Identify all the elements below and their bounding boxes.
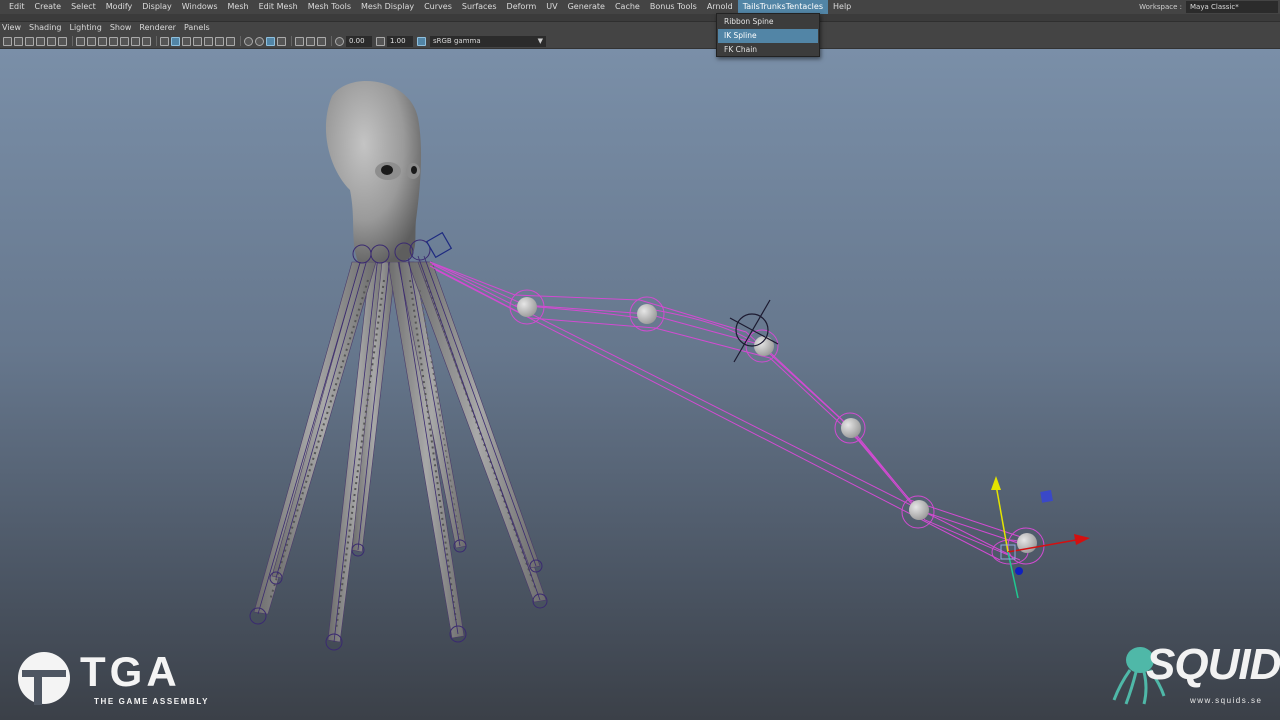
depth-of-field-icon[interactable] <box>277 36 286 46</box>
octopus-model[interactable] <box>249 80 548 651</box>
xray-icon[interactable] <box>226 36 235 46</box>
toolbar-divider <box>291 36 292 46</box>
squids-url: www.squids.se <box>1190 696 1263 705</box>
menu-curves[interactable]: Curves <box>419 0 457 14</box>
lighting-icon[interactable] <box>204 36 213 46</box>
smooth-shade-icon[interactable] <box>171 36 180 46</box>
panel-menu-lighting[interactable]: Lighting <box>65 22 105 34</box>
resolution-gate-icon[interactable] <box>98 36 107 46</box>
safe-action-icon[interactable] <box>131 36 140 46</box>
panel-toolbar: 0.00 1.00 sRGB gamma ▼ <box>0 34 1280 49</box>
gamma-field[interactable]: 1.00 <box>387 35 413 47</box>
textured-icon[interactable] <box>193 36 202 46</box>
menu-help[interactable]: Help <box>828 0 856 14</box>
menu-edit[interactable]: Edit <box>0 0 30 14</box>
rig-joints <box>517 297 1037 553</box>
xray-active-icon[interactable] <box>317 36 326 46</box>
shelf-divider <box>0 14 1280 22</box>
scene-canvas <box>249 80 1090 651</box>
panel-menu-bar: View Shading Lighting Show Renderer Pane… <box>0 22 1280 34</box>
field-chart-icon[interactable] <box>120 36 129 46</box>
anti-aliasing-icon[interactable] <box>266 36 275 46</box>
shadows-icon[interactable] <box>215 36 224 46</box>
menu-select[interactable]: Select <box>66 0 101 14</box>
panel-menu-panels[interactable]: Panels <box>180 22 214 34</box>
menu-mesh-display[interactable]: Mesh Display <box>356 0 419 14</box>
panel-menu-shading[interactable]: Shading <box>25 22 66 34</box>
menu-mesh-tools[interactable]: Mesh Tools <box>303 0 356 14</box>
menu-windows[interactable]: Windows <box>177 0 223 14</box>
bookmark-icon[interactable] <box>25 36 34 46</box>
tga-emblem-icon <box>18 652 70 705</box>
exposure-field[interactable]: 0.00 <box>346 35 372 47</box>
menu-uv[interactable]: UV <box>541 0 562 14</box>
menu-modify[interactable]: Modify <box>101 0 138 14</box>
octopus-tentacles <box>249 255 548 651</box>
menu-arnold[interactable]: Arnold <box>702 0 738 14</box>
motion-blur-icon[interactable] <box>255 36 264 46</box>
menu-deform[interactable]: Deform <box>502 0 542 14</box>
gate-mask-icon[interactable] <box>109 36 118 46</box>
panel-menu-renderer[interactable]: Renderer <box>135 22 180 34</box>
menu-bonus-tools[interactable]: Bonus Tools <box>645 0 702 14</box>
tga-wordmark: TGA <box>80 648 181 695</box>
toolbar-divider <box>72 36 73 46</box>
octopus-head <box>325 80 422 262</box>
menu-surfaces[interactable]: Surfaces <box>457 0 502 14</box>
workspace-dropdown[interactable]: Maya Classic* <box>1186 1 1278 13</box>
wireframe-icon[interactable] <box>160 36 169 46</box>
viewport-3d[interactable]: TGA THE GAME ASSEMBLY SQUIDS www.squids.… <box>0 49 1280 720</box>
select-camera-icon[interactable] <box>3 36 12 46</box>
film-gate-icon[interactable] <box>87 36 96 46</box>
camera-attributes-icon[interactable] <box>14 36 23 46</box>
menu-cache[interactable]: Cache <box>610 0 645 14</box>
main-menu-bar: Edit Create Select Modify Display Window… <box>0 0 1280 14</box>
workspace-selector: Workspace : Maya Classic* <box>1139 0 1280 14</box>
menu-create[interactable]: Create <box>30 0 67 14</box>
squids-logo: SQUIDS www.squids.se <box>1110 640 1280 712</box>
menu-generate[interactable]: Generate <box>563 0 610 14</box>
color-management-icon[interactable] <box>417 36 426 46</box>
tga-logo: TGA THE GAME ASSEMBLY <box>16 648 210 708</box>
panel-menu-view[interactable]: View <box>0 22 25 34</box>
toolbar-divider <box>240 36 241 46</box>
isolate-select-icon[interactable] <box>295 36 304 46</box>
squids-wordmark: SQUIDS <box>1146 640 1280 689</box>
menu-option-fk-chain[interactable]: FK Chain <box>718 43 818 57</box>
toolbar-divider <box>331 36 332 46</box>
wireframe-on-shaded-icon[interactable] <box>182 36 191 46</box>
xray-joints-icon[interactable] <box>306 36 315 46</box>
workspace-label: Workspace : <box>1139 3 1182 11</box>
panel-menu-show[interactable]: Show <box>106 22 136 34</box>
gamma-icon[interactable] <box>376 36 385 46</box>
menu-mesh[interactable]: Mesh <box>223 0 254 14</box>
image-plane-icon[interactable] <box>36 36 45 46</box>
tga-subtitle: THE GAME ASSEMBLY <box>94 697 210 706</box>
screen-space-ao-icon[interactable] <box>244 36 253 46</box>
grease-pencil-icon[interactable] <box>58 36 67 46</box>
move-manipulator[interactable] <box>991 476 1090 599</box>
2d-pan-zoom-icon[interactable] <box>47 36 56 46</box>
toolbar-divider <box>156 36 157 46</box>
tails-trunks-tentacles-dropdown: Ribbon Spine IK Spline FK Chain <box>716 13 820 57</box>
menu-edit-mesh[interactable]: Edit Mesh <box>254 0 303 14</box>
menu-option-ribbon-spine[interactable]: Ribbon Spine <box>718 15 818 29</box>
color-space-dropdown[interactable]: sRGB gamma ▼ <box>430 35 546 47</box>
exposure-icon[interactable] <box>335 36 344 46</box>
menu-option-ik-spline[interactable]: IK Spline <box>718 29 818 43</box>
safe-title-icon[interactable] <box>142 36 151 46</box>
menu-tails-trunks-tentacles[interactable]: TailsTrunksTentacles <box>737 0 828 14</box>
chevron-down-icon: ▼ <box>537 36 543 45</box>
grid-icon[interactable] <box>76 36 85 46</box>
color-space-value: sRGB gamma <box>433 36 481 45</box>
menu-display[interactable]: Display <box>137 0 177 14</box>
